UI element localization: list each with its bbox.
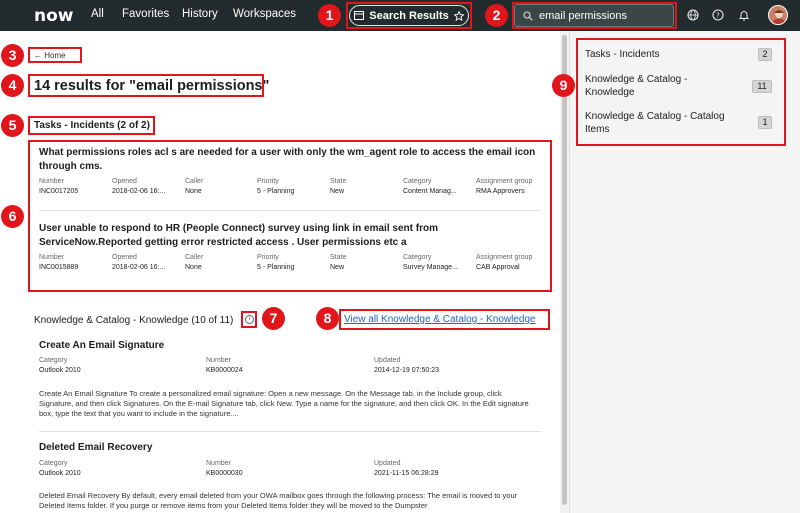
field-label: Updated	[374, 357, 401, 364]
kb-article-title[interactable]: Create An Email Signature	[39, 340, 164, 351]
annotation-badge: 3	[1, 44, 24, 67]
globe-icon[interactable]	[686, 8, 700, 22]
nav-workspaces[interactable]: Workspaces	[233, 8, 296, 20]
kb-fields: Category Outlook 2010 Number KB0000030 Upd…	[39, 460, 549, 480]
kb-category: Outlook 2010	[39, 367, 81, 374]
nav-favorites[interactable]: Favorites	[122, 8, 169, 20]
annotation-box	[576, 38, 786, 146]
annotation-badge: 9	[552, 74, 575, 97]
annotation-box	[28, 140, 552, 292]
annotation-box	[339, 309, 550, 330]
kb-updated: 2021-11-15 06:28:29	[374, 470, 439, 477]
main-scrollbar[interactable]	[560, 31, 569, 513]
annotation-box	[512, 2, 677, 29]
kb-number: KB0000024	[206, 367, 243, 374]
annotation-box	[346, 2, 472, 29]
annotation-box	[28, 116, 155, 135]
annotation-badge: 7	[262, 307, 285, 330]
field-label: Category	[39, 357, 68, 364]
nav-history[interactable]: History	[182, 8, 218, 20]
knowledge-section-title: Knowledge & Catalog - Knowledge (10 of 1…	[34, 315, 234, 326]
annotation-box	[28, 47, 82, 63]
field-label: Updated	[374, 460, 401, 467]
annotation-badge: 8	[316, 307, 339, 330]
field-label: Category	[39, 460, 68, 467]
annotation-badge: 5	[1, 114, 24, 137]
nav-all[interactable]: All	[91, 8, 104, 20]
kb-article-snippet: Deleted Email Recovery By default, every…	[39, 491, 518, 510]
divider	[39, 431, 541, 432]
bell-icon[interactable]	[737, 8, 751, 22]
annotation-box	[28, 74, 264, 97]
kb-fields: Category Outlook 2010 Number KB0000024 Upd…	[39, 357, 549, 377]
annotation-badge: 4	[1, 74, 24, 97]
kb-number: KB0000030	[206, 470, 243, 477]
field-label: Number	[206, 460, 231, 467]
kb-updated: 2014-12-19 07:50:23	[374, 367, 439, 374]
scrollbar-thumb[interactable]	[562, 35, 567, 505]
annotation-box	[241, 311, 257, 328]
annotation-badge: 6	[1, 205, 24, 228]
help-icon[interactable]: ?	[711, 8, 725, 22]
field-label: Number	[206, 357, 231, 364]
svg-text:?: ?	[716, 12, 720, 20]
servicenow-logo[interactable]: now	[34, 6, 74, 26]
avatar[interactable]	[768, 5, 788, 25]
kb-article-title[interactable]: Deleted Email Recovery	[39, 442, 152, 453]
kb-article-snippet: Create An Email Signature To create a pe…	[39, 389, 529, 418]
kb-category: Outlook 2010	[39, 470, 81, 477]
annotation-badge: 1	[318, 4, 341, 27]
annotation-badge: 2	[485, 4, 508, 27]
